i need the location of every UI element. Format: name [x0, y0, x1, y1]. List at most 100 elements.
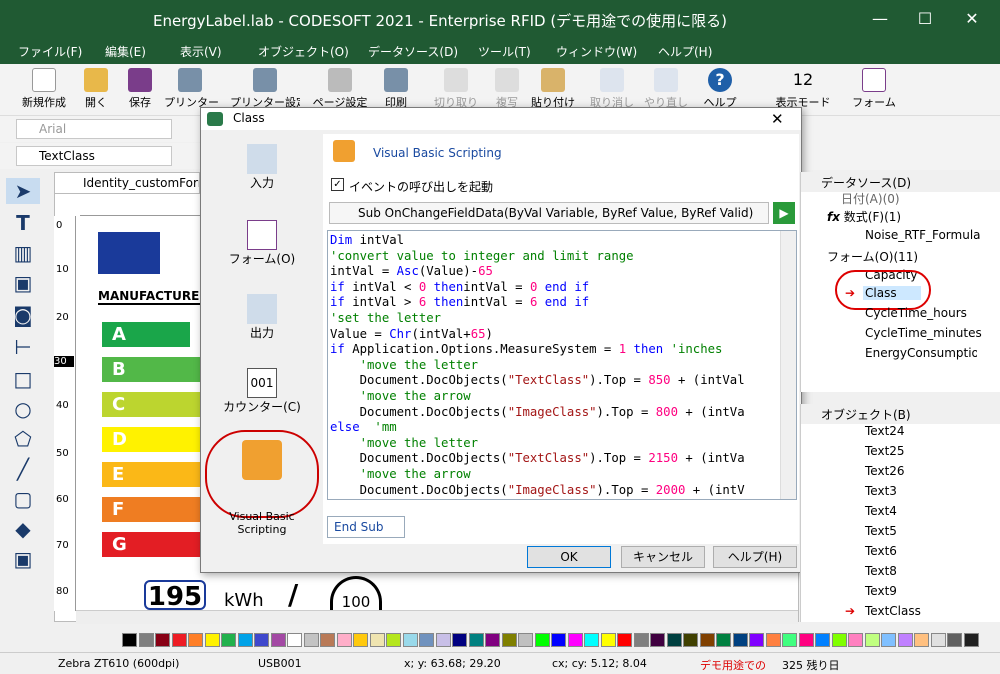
object-item[interactable]: Text24	[865, 424, 905, 438]
color-swatch[interactable]	[567, 633, 583, 647]
menu-help[interactable]: ヘルプ(H)	[658, 43, 712, 60]
help-dialog-button[interactable]: ヘルプ(H)	[713, 546, 797, 568]
color-swatch[interactable]	[204, 633, 220, 647]
menu-tools[interactable]: ツール(T)	[478, 43, 531, 60]
energy-bar-c[interactable]: C	[102, 392, 200, 417]
color-swatch[interactable]	[848, 633, 863, 647]
color-swatch[interactable]	[897, 633, 913, 647]
color-swatch[interactable]	[353, 633, 368, 647]
object-item[interactable]: Text4	[865, 504, 897, 518]
sidebar-item-form[interactable]: フォーム(O)	[205, 220, 319, 267]
font-combo[interactable]: Arial	[16, 119, 172, 139]
color-swatch[interactable]	[798, 633, 814, 647]
text-tool-icon[interactable]: T	[6, 210, 40, 236]
ds-item-form[interactable]: フォーム(O)(11)	[827, 248, 918, 265]
color-swatch[interactable]	[617, 633, 632, 647]
sidebar-item-output[interactable]: 出力	[205, 294, 319, 341]
close-button[interactable]: ✕	[952, 4, 992, 34]
open-button[interactable]: 開く	[78, 66, 114, 114]
color-swatch[interactable]	[782, 633, 797, 647]
code-vertical-scrollbar[interactable]	[780, 231, 796, 499]
ds-item[interactable]: Noise_RTF_Formula	[865, 228, 981, 242]
color-swatch[interactable]	[369, 633, 385, 647]
color-swatch[interactable]	[320, 633, 335, 647]
pointer-tool-icon[interactable]: ➤	[6, 178, 40, 204]
color-swatch[interactable]	[303, 633, 319, 647]
color-swatch[interactable]	[749, 633, 764, 647]
energy-bar-d[interactable]: D	[102, 427, 200, 452]
color-swatch[interactable]	[914, 633, 929, 647]
color-swatch[interactable]	[435, 633, 451, 647]
sidebar-item-counter[interactable]: 001 カウンター(C)	[205, 368, 319, 415]
color-swatch[interactable]	[831, 633, 847, 647]
menu-window[interactable]: ウィンドウ(W)	[556, 43, 637, 60]
event-checkbox[interactable]: ✓	[331, 178, 344, 191]
object-item[interactable]: Text8	[865, 564, 897, 578]
menu-view[interactable]: 表示(V)	[180, 43, 222, 60]
color-swatch[interactable]	[386, 633, 401, 647]
object-item[interactable]: Text5	[865, 524, 897, 538]
ds-item[interactable]: EnergyConsumption	[865, 346, 977, 360]
color-swatch[interactable]	[171, 633, 187, 647]
color-swatch[interactable]	[452, 633, 467, 647]
line-tool-icon[interactable]: ⊢	[6, 334, 40, 360]
new-button[interactable]: 新規作成	[14, 66, 74, 114]
object-item[interactable]: Text25	[865, 444, 905, 458]
run-icon[interactable]: ▶	[773, 202, 795, 224]
color-swatch[interactable]	[600, 633, 616, 647]
color-swatch[interactable]	[947, 633, 962, 647]
ds-item-formula[interactable]: fx 数式(F)(1)	[827, 208, 901, 225]
color-swatch[interactable]	[963, 633, 979, 647]
color-swatch[interactable]	[138, 633, 154, 647]
color-swatch[interactable]	[221, 633, 236, 647]
ellipse-tool-icon[interactable]: ○	[6, 396, 40, 422]
color-swatch[interactable]	[501, 633, 517, 647]
color-swatch[interactable]	[485, 633, 500, 647]
ds-item-class[interactable]: Class	[863, 286, 921, 300]
document-tab[interactable]: Identity_customForm	[54, 172, 200, 194]
menu-file[interactable]: ファイル(F)	[18, 43, 82, 60]
dialog-close-button[interactable]: ✕	[771, 110, 784, 128]
horizontal-scrollbar[interactable]	[76, 610, 798, 624]
color-swatch[interactable]	[864, 633, 880, 647]
save-button[interactable]: 保存	[122, 66, 158, 114]
form-button[interactable]: フォーム	[852, 66, 896, 114]
color-swatch[interactable]	[650, 633, 665, 647]
energy-bar-e[interactable]: E	[102, 462, 200, 487]
color-swatch[interactable]	[122, 633, 137, 647]
rectangle-tool-icon[interactable]: □	[6, 366, 40, 392]
code-editor[interactable]: Dim intVal'convert value to integer and …	[327, 230, 797, 500]
rfid-tool-icon[interactable]: ◙	[6, 302, 40, 328]
menu-object[interactable]: オブジェクト(O)	[258, 43, 349, 60]
color-swatch[interactable]	[699, 633, 715, 647]
polygon-tool-icon[interactable]: ⬠	[6, 426, 40, 452]
color-swatch[interactable]	[551, 633, 566, 647]
ds-item[interactable]: 日付(A)(0)	[841, 190, 900, 207]
object-item[interactable]: Text26	[865, 464, 905, 478]
color-swatch[interactable]	[881, 633, 896, 647]
color-swatch[interactable]	[419, 633, 434, 647]
energy-bar-b[interactable]: B	[102, 357, 200, 382]
maximize-button[interactable]: ☐	[905, 4, 945, 34]
color-swatch[interactable]	[254, 633, 269, 647]
color-swatch[interactable]	[633, 633, 649, 647]
color-swatch[interactable]	[270, 633, 286, 647]
color-swatch[interactable]	[765, 633, 781, 647]
shape-tool-icon[interactable]: ◆	[6, 516, 40, 542]
color-swatch[interactable]	[815, 633, 830, 647]
color-swatch[interactable]	[666, 633, 682, 647]
sidebar-item-vbscript[interactable]	[205, 430, 319, 518]
color-swatch[interactable]	[584, 633, 599, 647]
energy-bar-a[interactable]: A	[102, 322, 190, 347]
image-tool-icon[interactable]: ▣	[6, 270, 40, 296]
color-swatch[interactable]	[468, 633, 484, 647]
color-swatch[interactable]	[336, 633, 352, 647]
frame-tool-icon[interactable]: ▣	[6, 546, 40, 572]
color-swatch[interactable]	[930, 633, 946, 647]
object-item[interactable]: Text9	[865, 584, 897, 598]
object-item[interactable]: Text6	[865, 544, 897, 558]
color-swatch[interactable]	[237, 633, 253, 647]
color-swatch[interactable]	[534, 633, 550, 647]
color-swatch[interactable]	[732, 633, 748, 647]
cancel-button[interactable]: キャンセル	[621, 546, 705, 568]
